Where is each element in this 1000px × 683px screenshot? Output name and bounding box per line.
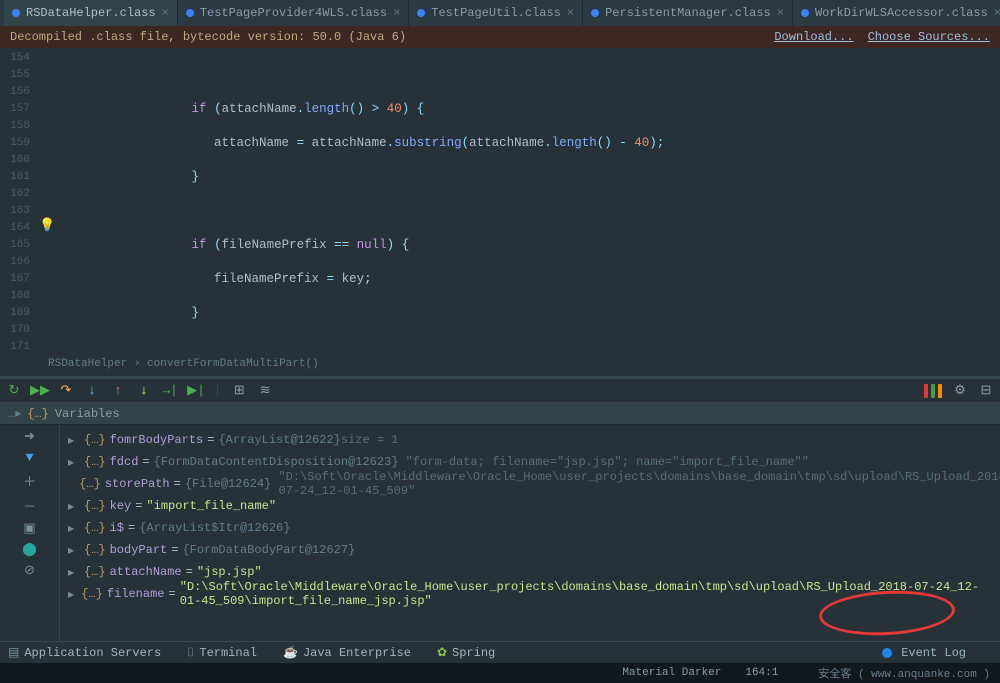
spring-icon: ✿ — [437, 645, 447, 660]
tab-label: TestPageProvider4WLS.class — [200, 6, 387, 20]
file-icon — [801, 9, 809, 17]
code-editor[interactable]: 1541551561571581591601611621631641651661… — [0, 48, 1000, 356]
close-icon[interactable]: × — [777, 6, 784, 20]
choose-sources-link[interactable]: Choose Sources... — [868, 30, 990, 44]
add-icon[interactable]: ＋ — [23, 471, 36, 490]
tab-testpageprovider[interactable]: TestPageProvider4WLS.class × — [178, 0, 409, 26]
cursor-position[interactable]: 164:1 — [745, 667, 778, 679]
debug-left-toolbar: ➜ ▼ ＋ － ▣ ⬤ ⊘ — [0, 425, 60, 641]
memory-indicator[interactable] — [924, 384, 942, 398]
threads-icon[interactable]: ⬤ — [22, 542, 37, 557]
variable-row[interactable]: {…}storePath={File@12624} "D:\Soft\Oracl… — [68, 473, 992, 495]
minus-icon[interactable]: － — [23, 496, 36, 515]
tool-window-bar: ▤Application Servers ⌷Terminal ☕Java Ent… — [0, 641, 1000, 663]
variables-tree[interactable]: ▸{…}fomrBodyParts={ArrayList@12622} size… — [60, 425, 1000, 641]
editor-breadcrumb[interactable]: RSDataHelper › convertFormDataMultiPart(… — [0, 356, 1000, 376]
file-icon — [12, 9, 20, 17]
theme-label[interactable]: Material Darker — [622, 667, 721, 679]
close-icon[interactable]: × — [393, 6, 400, 20]
tab-label: RSDataHelper.class — [26, 6, 156, 20]
server-icon: ▤ — [8, 645, 19, 660]
code-area[interactable]: if (attachName.length() > 40) { attachNa… — [58, 48, 1000, 356]
mute-icon[interactable]: ⊘ — [24, 563, 35, 578]
close-icon[interactable]: × — [567, 6, 574, 20]
terminal-button[interactable]: ⌷Terminal — [187, 646, 257, 660]
line-gutter: 1541551561571581591601611621631641651661… — [0, 48, 36, 356]
forcestep-icon[interactable]: ↓ — [136, 383, 152, 399]
debug-toolbar: ↻ ▶▶ ↷ ↓ ↑ ↓ →| ▶| | ⊞ ≋ ⚙ ⊟ — [0, 379, 1000, 403]
tab-label: WorkDirWLSAccessor.class — [815, 6, 988, 20]
variable-row[interactable]: ▸{…}key="import_file_name" — [68, 495, 992, 517]
variable-row[interactable]: ▸{…}i$={ArrayList$Itr@12626} — [68, 517, 992, 539]
tab-testpageutil[interactable]: TestPageUtil.class × — [409, 0, 583, 26]
file-icon — [591, 9, 599, 17]
file-icon — [417, 9, 425, 17]
variables-header[interactable]: …▸ {…} Variables — [0, 403, 1000, 425]
status-bar: Material Darker 164:1 安全客 ( www.anquanke… — [0, 663, 1000, 683]
filter-icon[interactable]: ▼ — [26, 450, 34, 465]
app-servers-button[interactable]: ▤Application Servers — [8, 645, 161, 660]
close-icon[interactable]: × — [162, 6, 169, 20]
javaee-button[interactable]: ☕Java Enterprise — [283, 645, 411, 660]
tab-label: TestPageUtil.class — [431, 6, 561, 20]
variable-row[interactable]: ▸{…}bodyPart={FormDataBodyPart@12627} — [68, 539, 992, 561]
terminal-icon: ⌷ — [187, 646, 194, 660]
group-icon[interactable]: ▣ — [23, 521, 35, 536]
spring-button[interactable]: ✿Spring — [437, 645, 495, 660]
close-icon[interactable]: × — [994, 6, 1000, 20]
tab-workdirwls[interactable]: WorkDirWLSAccessor.class × — [793, 0, 1000, 26]
tab-rsdatahelper[interactable]: RSDataHelper.class × — [4, 0, 178, 26]
file-icon — [186, 9, 194, 17]
tab-persistentmanager[interactable]: PersistentManager.class × — [583, 0, 793, 26]
pin-icon[interactable]: ⊟ — [978, 383, 994, 399]
variable-row[interactable]: ▸{…}fomrBodyParts={ArrayList@12622} size… — [68, 429, 992, 451]
stepout-icon[interactable]: ↑ — [110, 383, 126, 399]
rerun-icon[interactable]: ↻ — [6, 383, 22, 399]
resume-icon[interactable]: ▶▶ — [32, 383, 48, 399]
trace-icon[interactable]: ≋ — [257, 383, 273, 399]
debug-panel: ➜ ▼ ＋ － ▣ ⬤ ⊘ ▸{…}fomrBodyParts={ArrayLi… — [0, 425, 1000, 641]
editor-tabs: RSDataHelper.class × TestPageProvider4WLS… — [0, 0, 1000, 26]
runto-icon[interactable]: →| — [162, 383, 178, 399]
eval-icon[interactable]: ⊞ — [231, 383, 247, 399]
event-dot-icon — [882, 648, 892, 658]
decompiled-msg: Decompiled .class file, bytecode version… — [10, 30, 406, 44]
restore-icon[interactable]: ➜ — [24, 429, 35, 444]
drop-icon[interactable]: ▶| — [188, 383, 204, 399]
tab-label: PersistentManager.class — [605, 6, 771, 20]
event-log-button[interactable]: Event Log — [882, 646, 966, 660]
stepover-icon[interactable]: ↷ — [58, 383, 74, 399]
settings-icon[interactable]: ⚙ — [952, 383, 968, 399]
decompiled-banner: Decompiled .class file, bytecode version… — [0, 26, 1000, 48]
java-icon: ☕ — [283, 645, 298, 660]
download-link[interactable]: Download... — [774, 30, 853, 44]
stepinto-icon[interactable]: ↓ — [84, 383, 100, 399]
lightbulb-icon[interactable]: 💡 — [36, 218, 58, 233]
variable-row[interactable]: ▸{…}filename="D:\Soft\Oracle\Middleware\… — [68, 583, 992, 605]
variables-title: Variables — [55, 407, 120, 421]
watermark: 安全客 ( www.anquanke.com ) — [818, 665, 990, 681]
gutter-icons: 💡 — [36, 48, 58, 356]
